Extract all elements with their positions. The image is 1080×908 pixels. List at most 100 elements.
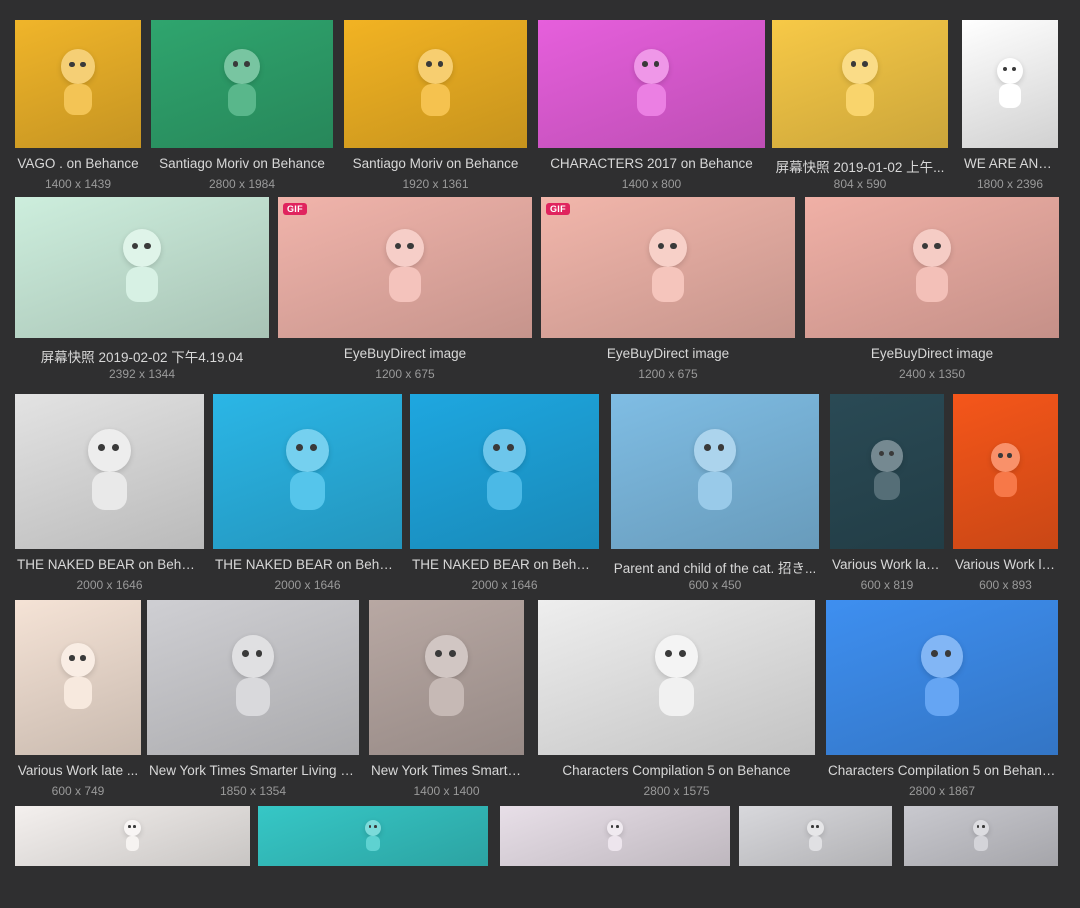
image-tile[interactable]: CHARACTERS 2017 on Behance 1400 x 800 — [538, 20, 765, 191]
image-tile[interactable]: New York Times Smarter Living G... 1850 x… — [147, 600, 359, 798]
image-title: Parent and child of the cat. 招き... — [613, 561, 817, 576]
image-thumbnail[interactable] — [772, 20, 948, 148]
image-thumbnail[interactable] — [826, 600, 1058, 755]
image-title: CHARACTERS 2017 on Behance — [550, 156, 753, 171]
image-tile[interactable]: GIF EyeBuyDirect image 1200 x 675 — [541, 197, 795, 381]
character-figure — [479, 428, 530, 514]
image-title: Various Work late... — [832, 557, 944, 572]
image-dimensions: 2392 x 1344 — [108, 367, 176, 381]
image-tile[interactable]: Santiago Moriv on Behance 1920 x 1361 — [344, 20, 527, 191]
image-title: EyeBuyDirect image — [870, 346, 994, 361]
image-tile[interactable] — [904, 806, 1058, 908]
character-figure — [916, 634, 967, 720]
image-title: New York Times Smarter Living G... — [149, 763, 359, 778]
character-figure — [421, 634, 472, 720]
character-figure — [645, 228, 692, 307]
image-tile[interactable]: Characters Compilation 5 on Behance 2800 … — [538, 600, 815, 798]
image-tile[interactable]: VAGO . on Behance 1400 x 1439 — [15, 20, 141, 191]
image-tile[interactable]: THE NAKED BEAR on Behance 2000 x 1646 — [213, 394, 402, 592]
image-dimensions: 1800 x 2396 — [976, 177, 1044, 191]
image-tile[interactable] — [258, 806, 488, 908]
character-figure — [282, 428, 333, 514]
image-thumbnail[interactable] — [805, 197, 1059, 338]
image-thumbnail[interactable] — [538, 600, 815, 755]
image-thumbnail[interactable] — [15, 600, 141, 755]
image-title: THE NAKED BEAR on Behance — [17, 557, 204, 572]
image-tile[interactable]: 屏幕快照 2019-02-02 下午4.19.04 2392 x 1344 — [15, 197, 269, 381]
image-title: Santiago Moriv on Behance — [159, 156, 325, 171]
image-dimensions: 1400 x 1439 — [44, 177, 112, 191]
image-thumbnail[interactable] — [15, 20, 141, 148]
character-figure — [227, 634, 278, 720]
image-thumbnail[interactable]: GIF — [278, 197, 532, 338]
image-dimensions: 1400 x 800 — [621, 177, 682, 191]
image-tile[interactable]: THE NAKED BEAR on Behance 2000 x 1646 — [410, 394, 599, 592]
image-thumbnail[interactable] — [15, 806, 250, 866]
image-dimensions: 600 x 749 — [51, 784, 105, 798]
image-thumbnail[interactable] — [953, 394, 1058, 549]
image-dimensions: 804 x 590 — [833, 177, 887, 191]
image-title: EyeBuyDirect image — [343, 346, 467, 361]
image-thumbnail[interactable] — [369, 600, 524, 755]
character-figure — [839, 48, 881, 119]
image-tile[interactable]: EyeBuyDirect image 2400 x 1350 — [805, 197, 1059, 381]
image-tile[interactable]: 屏幕快照 2019-01-02 上午... 804 x 590 — [772, 20, 948, 191]
image-thumbnail[interactable] — [962, 20, 1058, 148]
image-dimensions: 2800 x 1867 — [908, 784, 976, 798]
character-figure — [119, 228, 166, 307]
image-dimensions: 2800 x 1575 — [643, 784, 710, 798]
image-thumbnail[interactable] — [538, 20, 765, 148]
image-tile[interactable]: Various Work late... 600 x 819 — [830, 394, 944, 592]
image-title: Santiago Moriv on Behance — [352, 156, 519, 171]
image-dimensions: 1200 x 675 — [638, 367, 698, 381]
image-thumbnail[interactable] — [830, 394, 944, 549]
image-thumbnail[interactable]: GIF — [541, 197, 795, 338]
image-thumbnail[interactable] — [15, 197, 269, 338]
character-figure — [84, 428, 135, 514]
image-tile[interactable]: WE ARE ANTI... 1800 x 2396 — [962, 20, 1058, 191]
character-figure — [689, 428, 740, 514]
image-thumbnail[interactable] — [410, 394, 599, 549]
character-figure — [806, 819, 826, 853]
character-figure — [57, 49, 99, 118]
image-thumbnail[interactable] — [611, 394, 819, 549]
image-dimensions: 2400 x 1350 — [898, 367, 966, 381]
image-tile[interactable] — [739, 806, 892, 908]
character-figure — [630, 48, 672, 119]
image-thumbnail[interactable] — [500, 806, 730, 866]
image-thumbnail[interactable] — [151, 20, 333, 148]
image-tile[interactable]: Santiago Moriv on Behance 2800 x 1984 — [151, 20, 333, 191]
image-title: VAGO . on Behance — [17, 156, 139, 171]
image-thumbnail[interactable] — [258, 806, 488, 866]
character-figure — [605, 819, 625, 853]
image-thumbnail[interactable] — [904, 806, 1058, 866]
image-thumbnail[interactable] — [15, 394, 204, 549]
gif-badge: GIF — [546, 203, 570, 215]
image-thumbnail[interactable] — [739, 806, 892, 866]
character-figure — [868, 440, 906, 503]
image-dimensions: 2000 x 1646 — [76, 578, 143, 592]
image-tile[interactable]: Parent and child of the cat. 招き... 600 x … — [611, 394, 819, 592]
image-title: Various Work late ... — [17, 763, 139, 778]
image-thumbnail[interactable] — [213, 394, 402, 549]
image-title: Characters Compilation 5 on Behance — [828, 763, 1057, 778]
character-figure — [971, 819, 991, 853]
image-title: 屏幕快照 2019-01-02 上午... — [775, 160, 945, 175]
image-dimensions: 600 x 450 — [688, 578, 742, 592]
image-tile[interactable]: New York Times Smarte... 1400 x 1400 — [369, 600, 524, 798]
image-tile[interactable] — [15, 806, 250, 908]
image-dimensions: 2800 x 1984 — [208, 177, 276, 191]
image-tile[interactable]: Characters Compilation 5 on Behance 2800 … — [826, 600, 1058, 798]
image-thumbnail[interactable] — [344, 20, 527, 148]
image-tile[interactable]: GIF EyeBuyDirect image 1200 x 675 — [278, 197, 532, 381]
image-dimensions: 1850 x 1354 — [219, 784, 287, 798]
image-tile[interactable]: Various Work la... 600 x 893 — [953, 394, 1058, 592]
image-thumbnail[interactable] — [147, 600, 359, 755]
gif-badge: GIF — [283, 203, 307, 215]
image-tile[interactable] — [500, 806, 730, 908]
character-figure — [909, 228, 956, 307]
image-dimensions: 600 x 893 — [979, 578, 1032, 592]
image-tile[interactable]: Various Work late ... 600 x 749 — [15, 600, 141, 798]
character-figure — [414, 48, 456, 119]
image-tile[interactable]: THE NAKED BEAR on Behance 2000 x 1646 — [15, 394, 204, 592]
